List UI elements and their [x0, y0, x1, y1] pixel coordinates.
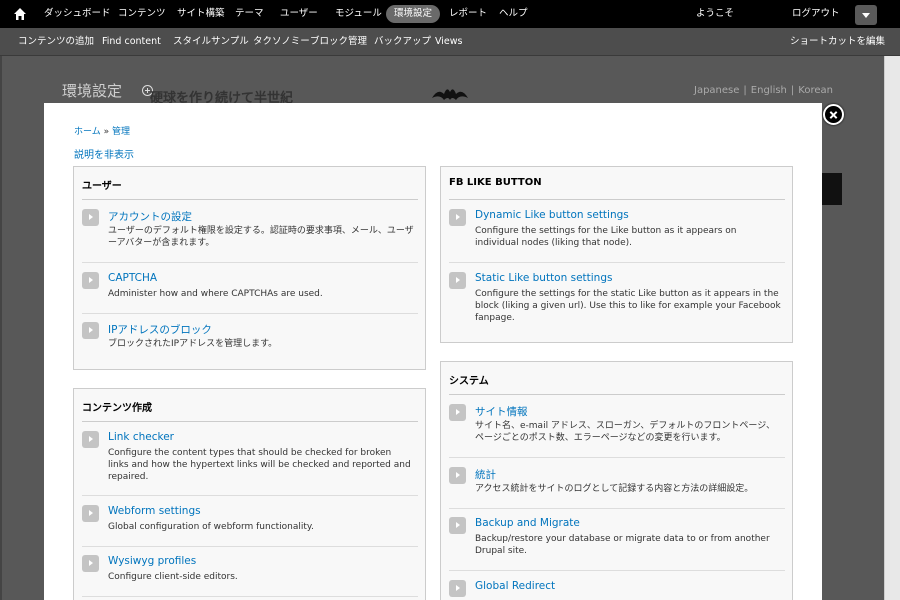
panel-content-authoring: コンテンツ作成 Link checker Configure the conte… [73, 388, 426, 600]
menu-configuration[interactable]: 環境設定 [386, 5, 441, 23]
menu-structure[interactable]: サイト構築 [177, 0, 225, 28]
webform-settings-link[interactable]: Webform settings [108, 505, 201, 517]
shortcut-taxonomy[interactable]: タクソノミー [253, 28, 310, 56]
item-separator [449, 262, 785, 263]
close-overlay-button[interactable] [823, 104, 844, 125]
item-description: ブロックされたIPアドレスを管理します。 [108, 339, 278, 349]
account-settings-link[interactable]: アカウントの設定 [108, 209, 192, 224]
shortcut-blocks[interactable]: ブロック管理 [310, 28, 367, 56]
item-description: Configure the settings for the Like butt… [475, 226, 737, 248]
scrollbar[interactable] [884, 56, 900, 600]
dynamic-like-settings-link[interactable]: Dynamic Like button settings [475, 209, 629, 221]
item-separator [82, 596, 418, 597]
panel-divider [82, 199, 418, 200]
arrow-right-icon [449, 467, 466, 484]
lang-english[interactable]: English [751, 85, 787, 96]
static-like-settings-link[interactable]: Static Like button settings [475, 272, 612, 284]
item-description: Configure client-side editors. [108, 572, 238, 582]
menu-content[interactable]: コンテンツ [118, 0, 166, 28]
menu-help[interactable]: ヘルプ [499, 0, 528, 28]
bat-logo-icon [432, 89, 468, 100]
arrow-right-icon [449, 580, 466, 597]
menu-people[interactable]: ユーザー [280, 0, 318, 28]
arrow-right-icon [449, 404, 466, 421]
page-title: 環境設定 [62, 82, 123, 100]
menu-reports[interactable]: レポート [449, 0, 487, 28]
panel-fb-like-button: FB LIKE BUTTON Dynamic Like button setti… [440, 166, 793, 343]
arrow-right-icon [82, 555, 99, 572]
shortcut-backup[interactable]: バックアップ [374, 28, 431, 56]
arrow-right-icon [449, 209, 466, 226]
item-description: Global configuration of webform function… [108, 522, 314, 532]
global-redirect-link[interactable]: Global Redirect [475, 580, 555, 592]
shortcut-views[interactable]: Views [435, 28, 463, 56]
arrow-right-icon [449, 272, 466, 289]
site-information-link[interactable]: サイト情報 [475, 404, 528, 419]
arrow-right-icon [82, 431, 99, 448]
ip-blocking-link[interactable]: IPアドレスのブロック [108, 322, 212, 337]
panel-divider [449, 199, 785, 200]
edit-shortcuts-link[interactable]: ショートカットを編集 [790, 28, 885, 56]
breadcrumb-admin[interactable]: 管理 [112, 127, 130, 137]
shortcut-style-sample[interactable]: スタイルサンプル [173, 28, 249, 56]
item-description: アクセス統計をサイトのログとして記録する内容と方法の詳細設定。 [475, 484, 754, 494]
panel-users: ユーザー アカウントの設定 ユーザーのデフォルト権限を設定する。認証時の要求事項… [73, 166, 426, 370]
language-switcher: Japanese | English | Korean [694, 85, 833, 96]
backup-migrate-link[interactable]: Backup and Migrate [475, 517, 580, 529]
shortcut-find-content[interactable]: Find content [102, 28, 161, 56]
admin-toolbar: ダッシュボード コンテンツ サイト構築 テーマ ユーザー モジュール 環境設定 … [0, 0, 900, 28]
item-description: Backup/restore your database or migrate … [475, 534, 770, 556]
panel-title: システム [449, 376, 489, 387]
arrow-right-icon [82, 322, 99, 339]
item-separator [449, 457, 785, 458]
welcome-text: ようこそ [696, 8, 735, 19]
panel-system: システム サイト情報 サイト名、e-mail アドレス、スローガン、デフォルトの… [440, 361, 793, 600]
item-separator [82, 313, 418, 314]
panel-title: FB LIKE BUTTON [449, 177, 542, 188]
breadcrumb-separator: » [103, 127, 110, 137]
item-description: ユーザーのデフォルト権限を設定する。認証時の要求事項、メール、ユーザーアバターが… [108, 226, 414, 248]
wysiwyg-profiles-link[interactable]: Wysiwyg profiles [108, 555, 196, 567]
item-separator [82, 495, 418, 496]
menu-dashboard[interactable]: ダッシュボード [44, 0, 111, 28]
item-separator [82, 262, 418, 263]
menu-modules[interactable]: モジュール [335, 0, 382, 28]
arrow-right-icon [82, 272, 99, 289]
arrow-right-icon [82, 209, 99, 226]
logout-link[interactable]: ログアウト [792, 0, 840, 28]
item-separator [449, 570, 785, 571]
item-description: サイト名、e-mail アドレス、スローガン、デフォルトのフロントページ、ページ… [475, 421, 775, 443]
shortcut-toggle-button[interactable] [855, 5, 877, 25]
item-separator [82, 546, 418, 547]
lang-japanese[interactable]: Japanese [694, 85, 739, 96]
arrow-right-icon [82, 505, 99, 522]
menu-appearance[interactable]: テーマ [235, 0, 264, 28]
shortcut-add-content[interactable]: コンテンツの追加 [18, 28, 94, 56]
item-description: Configure the settings for the static Li… [475, 289, 781, 323]
shortcut-bar: コンテンツの追加 Find content スタイルサンプル タクソノミー ブロ… [0, 28, 900, 56]
panel-divider [449, 394, 785, 395]
item-separator [449, 508, 785, 509]
panel-title: コンテンツ作成 [82, 403, 152, 414]
breadcrumb-home[interactable]: ホーム [74, 127, 101, 137]
captcha-link[interactable]: CAPTCHA [108, 272, 157, 284]
home-icon[interactable] [12, 6, 28, 22]
hide-descriptions-link[interactable]: 説明を非表示 [74, 146, 134, 161]
arrow-right-icon [449, 517, 466, 534]
panel-divider [82, 421, 418, 422]
panel-title: ユーザー [82, 181, 122, 192]
breadcrumb: ホーム » 管理 [74, 124, 130, 137]
background-block [822, 173, 842, 205]
lang-korean[interactable]: Korean [798, 85, 833, 96]
item-description: Administer how and where CAPTCHAs are us… [108, 289, 323, 299]
statistics-link[interactable]: 統計 [475, 467, 496, 482]
item-description: Configure the content types that should … [108, 448, 411, 482]
link-checker-link[interactable]: Link checker [108, 431, 174, 443]
